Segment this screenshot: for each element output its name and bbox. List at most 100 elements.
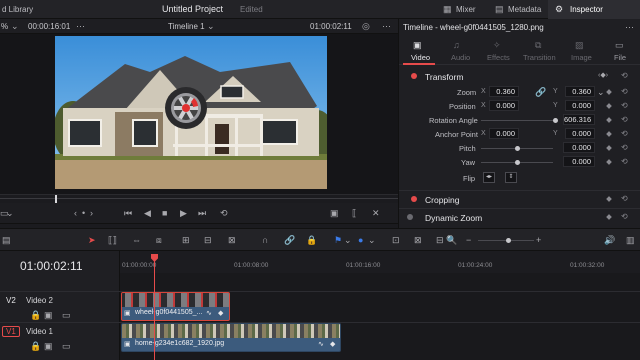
lock-icon[interactable]: 🔒 [30,310,41,320]
anchor-y-field[interactable]: 0.000 [565,128,595,139]
reset-icon[interactable]: ⟲ [621,157,628,166]
zoom-x-field[interactable]: 0.360 [489,86,519,97]
zoom-custom-icon[interactable]: ⊟ [436,235,444,245]
chevron-down-icon[interactable]: ⌄ [368,235,376,245]
track-id-v1[interactable]: V1 [2,326,20,337]
zoom-full-icon[interactable]: ⊡ [392,235,400,245]
transform-section-header[interactable]: Transform ‹◆› ⟲ [399,69,640,83]
tab-video[interactable]: ▣ Video [399,37,439,65]
tab-file[interactable]: ▭ File [601,37,640,65]
replace-clip-icon[interactable]: ⊠ [228,235,236,245]
curve-icon[interactable]: ∿ [318,340,324,350]
go-to-end-icon[interactable]: ⏭ [198,208,206,218]
jog-center-icon[interactable]: • [82,208,85,218]
overwrite-clip-icon[interactable]: ⊟ [204,235,212,245]
inspector-icon[interactable]: ⚙ [555,4,563,14]
more-options-icon[interactable]: ⋯ [76,21,85,31]
playhead-sync-icon[interactable]: ◎ [362,21,370,31]
dynamic-zoom-section-header[interactable]: Dynamic Zoom ⟲ [399,208,640,224]
more-options-icon[interactable]: ⋯ [625,22,634,32]
keyframe-icon[interactable] [606,145,612,151]
rotation-slider-track[interactable] [481,120,553,121]
reset-icon[interactable]: ⟲ [621,87,628,96]
zoom-detail-icon[interactable]: ⊠ [414,235,422,245]
blade-tool-icon[interactable]: ⧈ [156,235,162,245]
pitch-slider-handle[interactable] [515,146,520,151]
keyframe-icon[interactable]: ◆ [218,309,223,319]
timeline-zoom-slider-handle[interactable] [506,238,511,243]
wheel-overlay[interactable] [164,86,208,130]
match-frame-icon[interactable]: ▣ [330,208,339,218]
scrub-playhead[interactable] [55,195,57,203]
link-icon[interactable]: 🔗 [535,87,546,97]
zoom-out-icon[interactable]: − [466,235,471,245]
keyframe-icon[interactable] [606,103,612,109]
yaw-slider-handle[interactable] [515,160,520,165]
mixer-button[interactable]: Mixer [456,5,476,14]
viewer-zoom-select[interactable]: % [1,22,8,31]
auto-select-icon[interactable]: ▣ [44,341,53,351]
timeline-select[interactable]: Timeline 1 [168,22,205,31]
transform-enable-toggle[interactable] [411,73,417,79]
clip-wheel[interactable]: ▣ wheel-g0f0441505_... ∿ ◆ [121,292,230,321]
tab-transition[interactable]: ⧉ Transition [519,37,561,65]
metadata-icon[interactable]: ▤ [495,4,504,14]
keyframe-icon[interactable]: ◆ [330,340,335,350]
play-reverse-icon[interactable]: ◀ [144,208,151,218]
metadata-button[interactable]: Metadata [508,5,541,14]
flip-vertical-icon[interactable]: ⇕ [505,172,517,183]
reset-icon[interactable]: ⟲ [621,143,628,152]
trim-tool-icon[interactable]: ⟦⟧ [108,235,117,245]
anchor-x-field[interactable]: 0.000 [489,128,519,139]
keyframe-icon[interactable] [606,214,612,220]
curve-icon[interactable]: ∿ [206,309,212,319]
pitch-field[interactable]: 0.000 [563,142,595,153]
reset-icon[interactable]: ⟲ [621,212,628,221]
cropping-enable-toggle[interactable] [411,196,417,202]
keyframe-nav-icon[interactable]: ‹◆› [598,71,608,81]
rotation-slider-handle[interactable] [553,118,558,123]
viewer[interactable] [0,34,398,194]
play-icon[interactable]: ▶ [180,208,187,218]
track-name-v2[interactable]: Video 2 [26,296,53,305]
reset-icon[interactable]: ⟲ [621,71,628,80]
search-icon[interactable]: 🔍 [446,235,457,245]
go-to-start-icon[interactable]: ⏮ [124,208,132,218]
timeline-tracks[interactable]: ▣ wheel-g0f0441505_... ∿ ◆ ▣ home-g234e1… [120,273,640,360]
mark-in-icon[interactable]: ⟦ [352,208,356,218]
reset-icon[interactable]: ⟲ [621,115,628,124]
speaker-icon[interactable]: 🔊 [604,235,615,245]
track-header-v2[interactable]: V2 Video 2 🔒 ▣ ▭ [0,291,120,322]
position-lock-icon[interactable]: 🔒 [306,235,317,245]
loop-icon[interactable]: ⟲ [220,208,228,218]
inspector-button[interactable]: Inspector [570,5,603,14]
tab-audio[interactable]: ♫ Audio [439,37,479,65]
keyframe-icon[interactable] [606,117,612,123]
reset-icon[interactable]: ⟲ [621,194,628,203]
media-library-tab[interactable]: d Library [2,5,33,14]
chevron-down-icon[interactable]: ⌄ [207,21,215,31]
insert-clip-icon[interactable]: ⊞ [182,235,190,245]
tab-effects[interactable]: ✧ Effects [479,37,519,65]
stop-icon[interactable]: ■ [162,208,167,218]
chevron-down-icon[interactable]: ⌄ [6,208,14,218]
snapping-icon[interactable]: ∩ [262,235,268,245]
keyframe-icon[interactable] [606,196,612,202]
reset-icon[interactable]: ⟲ [621,101,628,110]
reset-icon[interactable]: ⟲ [621,129,628,138]
timeline-ruler[interactable]: 01:00:00:00 01:00:08:00 01:00:16:00 01:0… [120,251,640,273]
dynamic-trim-icon[interactable]: ⇔ [132,235,141,245]
layout-icon[interactable]: ▤ [2,235,11,245]
track-visibility-icon[interactable]: ▭ [62,341,71,351]
position-y-field[interactable]: 0.000 [565,100,595,111]
dynamic-zoom-enable-toggle[interactable] [407,214,413,220]
yaw-field[interactable]: 0.000 [563,156,595,167]
keyframe-icon[interactable] [606,159,612,165]
zoom-in-icon[interactable]: + [536,235,541,245]
keyframe-icon[interactable] [606,89,612,95]
track-name-v1[interactable]: Video 1 [26,327,53,336]
jog-left-icon[interactable]: ‹ [74,208,77,218]
mixer-icon[interactable]: ▦ [443,4,452,14]
zoom-y-field[interactable]: 0.360 [565,86,595,97]
position-x-field[interactable]: 0.000 [489,100,519,111]
